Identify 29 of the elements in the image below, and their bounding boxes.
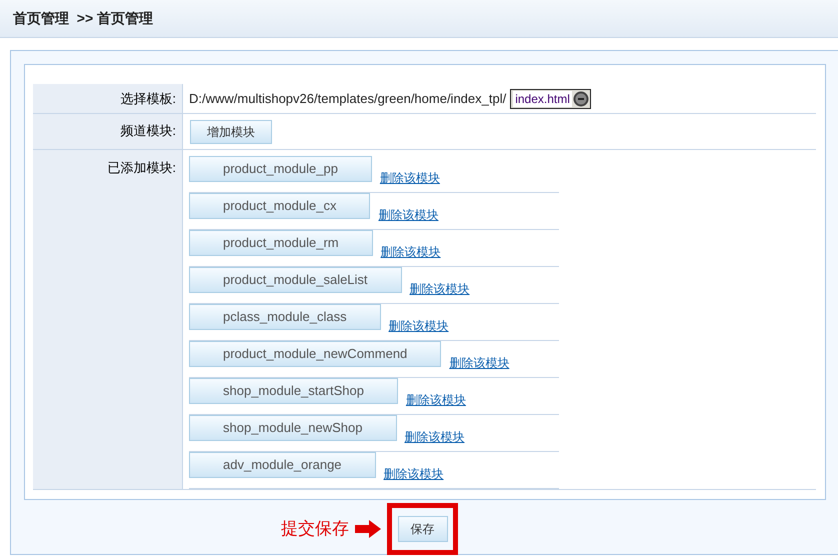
module-button[interactable]: product_module_newCommend xyxy=(189,341,442,367)
template-select[interactable]: index.html xyxy=(510,88,591,108)
module-button[interactable]: pclass_module_class xyxy=(189,304,381,330)
delete-module-link[interactable]: 删除该模块 xyxy=(384,465,444,483)
template-path: D:/www/multishopv26/templates/green/home/index_tpl/ xyxy=(189,90,506,108)
delete-module-link[interactable]: 删除该模块 xyxy=(380,243,441,261)
delete-module-link[interactable]: 删除该模块 xyxy=(380,169,440,187)
module-button[interactable]: product_module_saleList xyxy=(189,267,402,293)
module-button[interactable]: product_module_rm xyxy=(189,230,373,256)
field-label: 频道模块: xyxy=(120,122,176,140)
module-button[interactable]: product_module_pp xyxy=(189,156,372,182)
add-module-button[interactable]: 增加模块 xyxy=(190,120,272,144)
page-title: 首页管理 >> 首页管理 xyxy=(13,9,154,28)
delete-module-link[interactable]: 删除该模块 xyxy=(449,354,510,372)
save-button[interactable]: 保存 xyxy=(398,516,448,542)
delete-module-link[interactable]: 删除该模块 xyxy=(410,280,470,298)
module-button[interactable]: product_module_cx xyxy=(189,193,370,219)
delete-module-link[interactable]: 删除该模块 xyxy=(378,206,438,224)
dropdown-icon xyxy=(572,90,589,106)
delete-module-link[interactable]: 删除该模块 xyxy=(406,391,466,409)
arrow-icon xyxy=(355,520,381,538)
module-button[interactable]: shop_module_newShop xyxy=(189,415,396,441)
annotation-text: 提交保存 xyxy=(281,518,349,540)
module-button[interactable]: adv_module_orange xyxy=(189,452,376,478)
module-button[interactable]: shop_module_startShop xyxy=(189,378,398,404)
delete-module-link[interactable]: 删除该模块 xyxy=(404,428,464,446)
field-label: 选择模板: xyxy=(120,90,176,108)
delete-module-link[interactable]: 删除该模块 xyxy=(388,317,449,335)
field-label: 已添加模块: xyxy=(107,159,176,177)
